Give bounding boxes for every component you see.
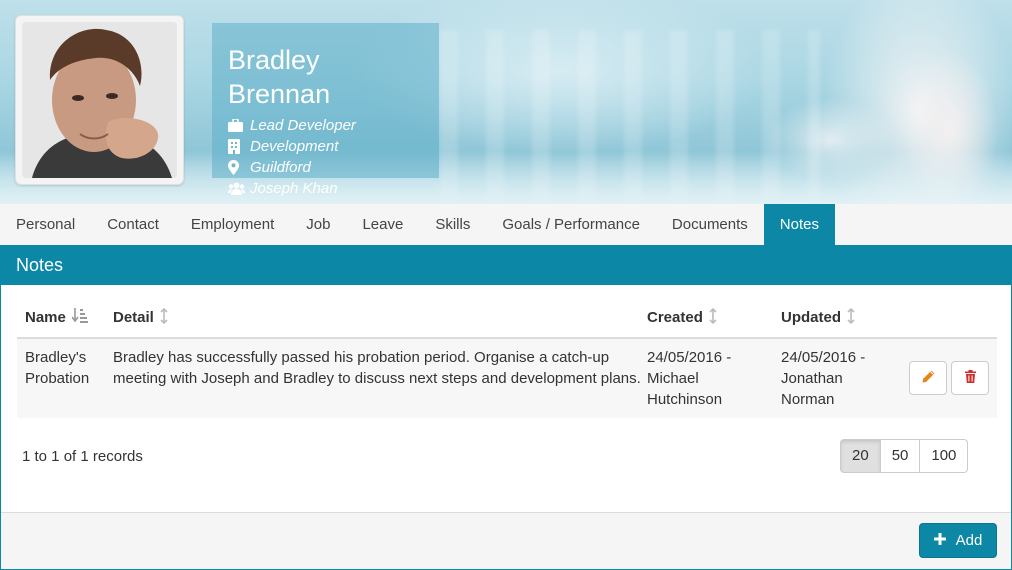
notes-panel: Notes Name Detail Created Updated Bradle… (0, 245, 1012, 570)
note-created-line: Michael (647, 370, 699, 387)
location-text: Guildford (250, 159, 311, 176)
tab-job[interactable]: Job (290, 204, 346, 245)
panel-body: Name Detail Created Updated Bradley's Pr… (1, 285, 1011, 513)
column-header-detail[interactable]: Detail (113, 307, 168, 327)
column-header-name[interactable]: Name (25, 308, 88, 326)
column-header-updated[interactable]: Updated (781, 307, 855, 327)
records-count: 1 to 1 of 1 records (22, 448, 143, 465)
grid-header: Name Detail Created Updated (17, 297, 997, 339)
profile-name: Bradley Brennan (228, 45, 331, 109)
notes-grid: Name Detail Created Updated Bradley's Pr… (17, 297, 997, 418)
delete-button[interactable] (951, 361, 989, 395)
manager-text: Joseph Khan (250, 180, 338, 197)
table-row[interactable]: Bradley's Probation Bradley has successf… (17, 339, 997, 418)
profile-banner: Bradley Brennan Lead Developer Developme… (0, 0, 1012, 204)
profile-location: Guildford (228, 157, 423, 178)
tab-employment[interactable]: Employment (175, 204, 290, 245)
panel-title: Notes (1, 245, 1011, 285)
column-name-label: Name (25, 308, 66, 326)
note-updated-line: 24/05/2016 - (781, 349, 866, 366)
trash-icon (964, 368, 976, 389)
job-title-text: Lead Developer (250, 117, 356, 134)
note-created-line: Hutchinson (647, 391, 723, 408)
department-text: Development (250, 138, 339, 155)
tab-leave[interactable]: Leave (346, 204, 419, 245)
column-header-created[interactable]: Created (647, 307, 717, 327)
tab-skills[interactable]: Skills (419, 204, 486, 245)
plus-icon (933, 532, 946, 549)
column-updated-label: Updated (781, 308, 841, 326)
note-detail-line: meeting with Joseph and Bradley to discu… (113, 370, 641, 387)
page-size-selector: 20 50 100 (840, 439, 969, 473)
users-icon (228, 182, 250, 195)
note-name-line: Probation (25, 370, 90, 387)
profile-photo (22, 22, 177, 178)
tab-contact[interactable]: Contact (91, 204, 175, 245)
add-button[interactable]: Add (919, 523, 997, 558)
panel-footer: Add (1, 512, 1011, 569)
profile-info-box: Bradley Brennan Lead Developer Developme… (212, 23, 439, 197)
profile-tabs: Personal Contact Employment Job Leave Sk… (0, 204, 1012, 245)
note-detail-cell: Bradley has successfully passed his prob… (113, 347, 641, 389)
note-detail-line: Bradley has successfully passed his prob… (113, 349, 610, 366)
note-created-line: 24/05/2016 - (647, 349, 732, 366)
sort-ascending-icon (71, 308, 88, 326)
pencil-icon (922, 368, 935, 389)
column-created-label: Created (647, 308, 703, 326)
tab-personal[interactable]: Personal (0, 204, 91, 245)
sort-icon (847, 307, 855, 327)
profile-photo-frame (15, 15, 184, 185)
page-size-100[interactable]: 100 (919, 439, 969, 473)
note-name-cell: Bradley's Probation (25, 347, 89, 389)
building-icon (228, 139, 250, 154)
tab-documents[interactable]: Documents (656, 204, 764, 245)
profile-job-title: Lead Developer (228, 115, 423, 136)
column-detail-label: Detail (113, 308, 154, 326)
briefcase-icon (228, 119, 250, 132)
note-updated-line: Norman (781, 391, 835, 408)
edit-button[interactable] (909, 361, 947, 395)
row-actions (909, 361, 989, 395)
note-updated-line: Jonathan (781, 370, 843, 387)
note-created-cell: 24/05/2016 - Michael Hutchinson (647, 347, 731, 410)
page-size-20[interactable]: 20 (840, 439, 881, 473)
tab-notes[interactable]: Notes (763, 204, 835, 245)
map-marker-icon (228, 160, 250, 175)
tab-goals-performance[interactable]: Goals / Performance (486, 204, 656, 245)
add-button-label: Add (955, 532, 983, 549)
sort-icon (160, 307, 168, 327)
profile-department: Development (228, 136, 423, 157)
note-name-line: Bradley's (25, 349, 87, 366)
page-size-50[interactable]: 50 (879, 439, 921, 473)
sort-icon (709, 307, 717, 327)
note-updated-cell: 24/05/2016 - Jonathan Norman (781, 347, 865, 410)
profile-manager: Joseph Khan (228, 178, 423, 199)
avatar-portrait (22, 22, 177, 178)
